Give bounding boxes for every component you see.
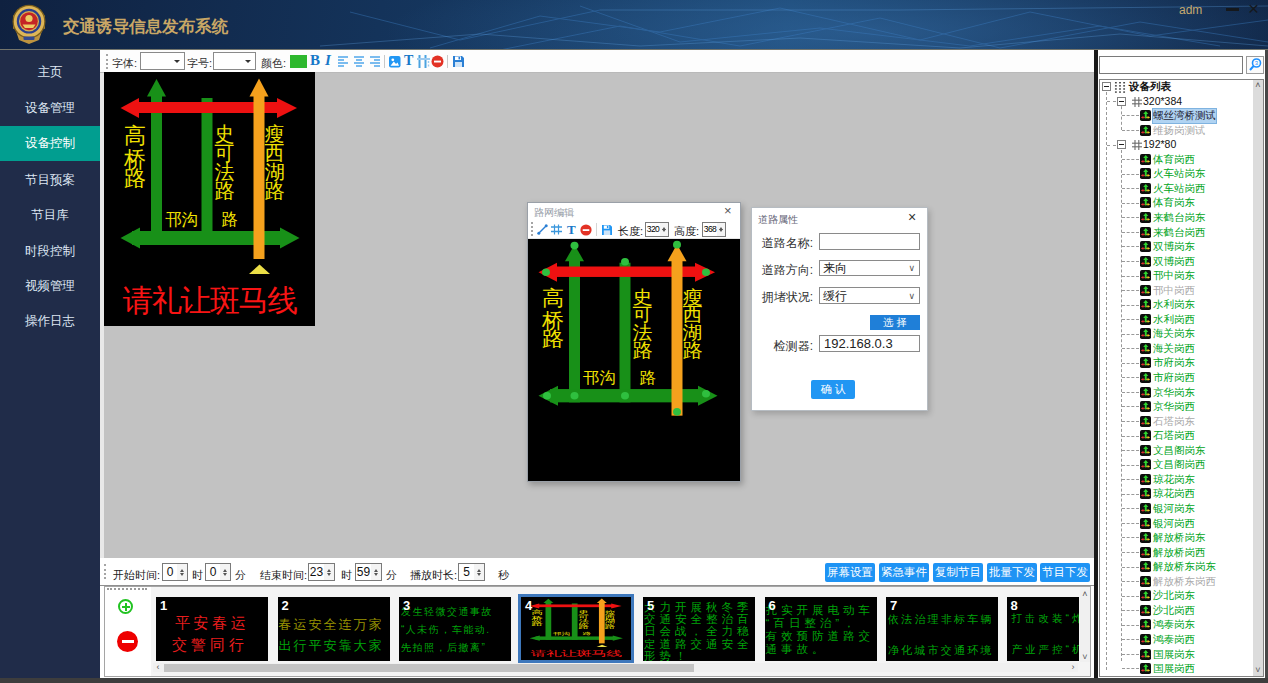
svg-text:3: 3	[1255, 60, 1259, 66]
